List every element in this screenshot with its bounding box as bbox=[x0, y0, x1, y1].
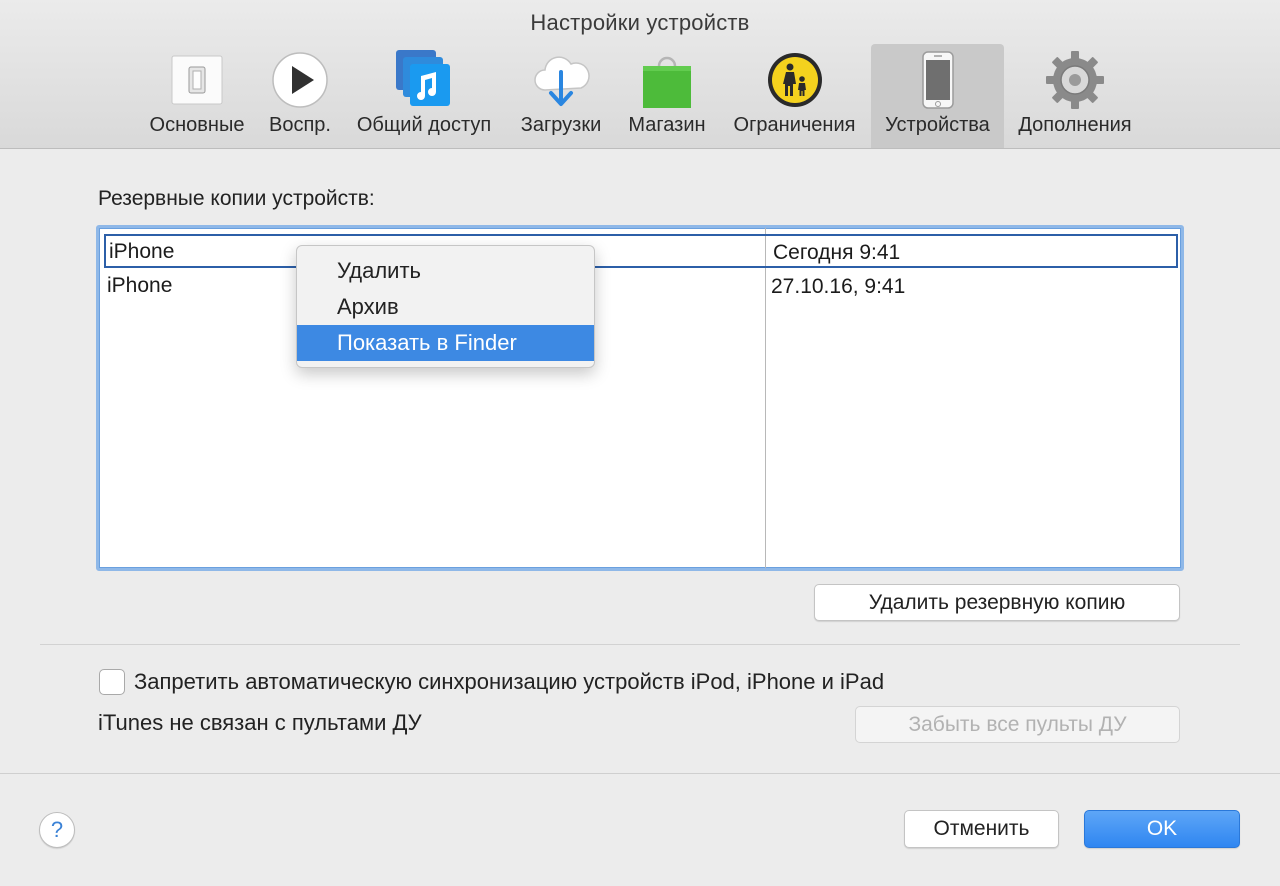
cloud-download-icon bbox=[531, 50, 591, 110]
tab-downloads[interactable]: Загрузки bbox=[511, 44, 611, 148]
tab-devices[interactable]: Устройства bbox=[871, 44, 1004, 148]
iphone-icon bbox=[908, 50, 968, 110]
tab-label: Магазин bbox=[628, 114, 706, 136]
tab-store[interactable]: Магазин bbox=[620, 44, 714, 148]
parental-controls-icon bbox=[765, 50, 825, 110]
ok-button[interactable]: OK bbox=[1084, 810, 1240, 848]
music-library-icon bbox=[394, 50, 454, 110]
help-button[interactable]: ? bbox=[39, 812, 75, 848]
backups-label: Резервные копии устройств: bbox=[98, 187, 375, 210]
toolbar: Настройки устройств Основные Воспр. Общи… bbox=[0, 0, 1280, 149]
prevent-auto-sync-checkbox[interactable] bbox=[99, 669, 125, 695]
tab-playback[interactable]: Воспр. bbox=[262, 44, 338, 148]
tab-label: Ограничения bbox=[733, 114, 856, 136]
tab-label: Устройства bbox=[885, 114, 990, 136]
menu-item-show-in-finder[interactable]: Показать в Finder bbox=[297, 325, 594, 361]
tab-label: Основные bbox=[149, 114, 245, 136]
tab-general[interactable]: Основные bbox=[142, 44, 252, 148]
context-menu: Удалить Архив Показать в Finder bbox=[296, 245, 595, 368]
window-title: Настройки устройств bbox=[530, 10, 750, 35]
backup-device-name: iPhone bbox=[107, 274, 173, 297]
prevent-auto-sync-label: Запретить автоматическую синхронизацию у… bbox=[134, 669, 885, 694]
menu-item-delete[interactable]: Удалить bbox=[297, 253, 594, 289]
backups-table[interactable]: iPhone Сегодня 9:41 iPhone 27.10.16, 9:4… bbox=[96, 225, 1184, 571]
tab-label: Воспр. bbox=[269, 114, 331, 136]
backup-device-name: iPhone bbox=[109, 240, 175, 263]
preferences-window: Настройки устройств Основные Воспр. Общи… bbox=[0, 0, 1280, 886]
tab-restrictions[interactable]: Ограничения bbox=[723, 44, 866, 148]
forget-remotes-button[interactable]: Забыть все пульты ДУ bbox=[855, 706, 1180, 743]
tab-label: Загрузки bbox=[520, 114, 602, 136]
shopping-bag-icon bbox=[637, 50, 697, 110]
switch-icon bbox=[167, 50, 227, 110]
footer-divider bbox=[0, 773, 1280, 774]
tab-advanced[interactable]: Дополнения bbox=[1010, 44, 1140, 148]
delete-backup-button[interactable]: Удалить резервную копию bbox=[814, 584, 1180, 621]
table-row[interactable]: iPhone Сегодня 9:41 bbox=[104, 234, 1178, 268]
menu-item-archive[interactable]: Архив bbox=[297, 289, 594, 325]
tab-sharing[interactable]: Общий доступ bbox=[346, 44, 502, 148]
table-row[interactable]: iPhone 27.10.16, 9:41 bbox=[99, 268, 1181, 302]
play-icon bbox=[270, 50, 330, 110]
backup-date: Сегодня 9:41 bbox=[773, 241, 901, 264]
tab-label: Общий доступ bbox=[356, 114, 492, 136]
cancel-button[interactable]: Отменить bbox=[904, 810, 1059, 848]
section-divider bbox=[40, 644, 1240, 645]
remote-status-text: iTunes не связан с пультами ДУ bbox=[98, 710, 422, 735]
backup-date: 27.10.16, 9:41 bbox=[771, 275, 906, 298]
gear-icon bbox=[1045, 50, 1105, 110]
tab-label: Дополнения bbox=[1018, 114, 1132, 136]
